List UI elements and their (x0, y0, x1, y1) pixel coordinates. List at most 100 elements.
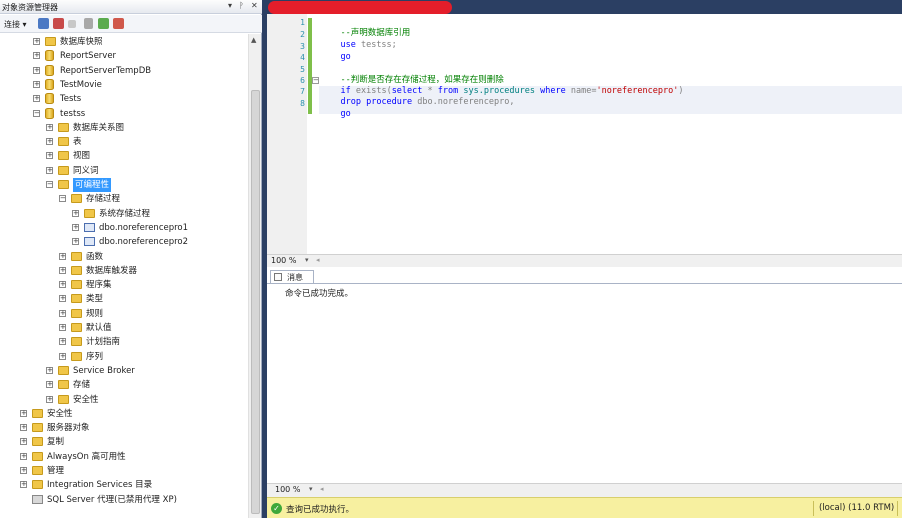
expand-icon[interactable]: + (20, 409, 27, 417)
query-editor[interactable]: 12345678 − --声明数据库引用 use testss; go --判断… (267, 14, 902, 254)
tree-node[interactable]: + TestMovie (0, 78, 248, 92)
tree-node[interactable]: + 系统存储过程 (0, 207, 248, 221)
tree-node-label: 数据库关系图 (73, 122, 125, 133)
disconnect-icon[interactable] (53, 18, 64, 29)
redacted-query-tab[interactable] (268, 1, 452, 14)
tree-node[interactable]: + 同义词 (0, 164, 248, 178)
scroll-left-icon[interactable]: ◂ (320, 485, 324, 493)
results-zoom-value[interactable]: 100 % (275, 485, 300, 494)
expand-icon[interactable]: + (59, 309, 66, 317)
messages-tab[interactable]: 消息 (270, 270, 314, 283)
expand-icon[interactable]: + (46, 152, 53, 160)
expand-icon[interactable]: + (33, 52, 40, 60)
expand-icon[interactable]: + (20, 481, 27, 489)
tree-node[interactable]: + 函数 (0, 250, 248, 264)
expand-icon[interactable]: + (46, 123, 53, 131)
scroll-up-icon[interactable]: ▲ (251, 36, 256, 44)
expand-icon[interactable]: + (20, 438, 27, 446)
tree-node[interactable]: − 存储过程 (0, 192, 248, 206)
expand-icon[interactable]: + (33, 38, 40, 45)
tree-node[interactable]: − 可编程性 (0, 178, 248, 192)
expand-icon[interactable]: + (59, 324, 66, 331)
connect-object-icon[interactable] (38, 18, 49, 29)
line-number: 5 (300, 65, 305, 74)
tree-node[interactable]: + 安全性 (0, 393, 248, 407)
collapse-icon[interactable]: − (46, 181, 53, 188)
tree-node[interactable]: + 序列 (0, 350, 248, 364)
scroll-left-icon[interactable]: ◂ (316, 256, 320, 264)
expand-icon[interactable]: + (20, 424, 27, 432)
folder-icon (58, 180, 69, 189)
panel-close-icon[interactable]: ✕ (251, 1, 258, 10)
stop-icon[interactable] (68, 20, 76, 28)
tree-node[interactable]: + dbo.noreferencepro2 (0, 235, 248, 249)
tree-node[interactable]: + 安全性 (0, 407, 248, 421)
expand-icon[interactable]: + (46, 138, 53, 146)
expand-icon[interactable]: + (59, 295, 66, 303)
collapse-icon[interactable]: − (33, 109, 40, 117)
expand-icon[interactable]: + (59, 252, 66, 260)
refresh-icon[interactable] (98, 18, 109, 29)
folder-icon (71, 337, 82, 347)
tree-node[interactable]: + 视图 (0, 149, 248, 163)
expand-icon[interactable]: + (59, 338, 66, 346)
tree-node[interactable]: + 数据库快照 (0, 35, 248, 49)
panel-options-icon[interactable]: ▾ (228, 1, 232, 10)
tree-node[interactable]: + 复制 (0, 435, 248, 449)
tree-node[interactable]: + ReportServer (0, 49, 248, 63)
tree-node[interactable]: + 程序集 (0, 278, 248, 292)
expand-icon[interactable]: + (33, 95, 40, 103)
expand-icon[interactable]: + (59, 266, 66, 274)
chevron-down-icon[interactable]: ▾ (309, 485, 313, 493)
tree-node[interactable]: + 表 (0, 135, 248, 149)
tree-node[interactable]: + Service Broker (0, 364, 248, 378)
expand-icon[interactable]: + (72, 238, 79, 246)
expand-icon[interactable]: + (46, 166, 53, 174)
tree-node[interactable]: − testss (0, 107, 248, 121)
expand-icon[interactable]: + (33, 66, 40, 74)
object-explorer-panel: 对象资源管理器 ▾ ᚹ ✕ 连接 ▾ + 数据库快照 + ReportServer + R… (0, 0, 262, 518)
scrollbar-thumb[interactable] (251, 90, 260, 514)
tree-node-label: dbo.noreferencepro2 (99, 237, 189, 248)
tree-node[interactable]: SQL Server 代理(已禁用代理 XP) (0, 493, 248, 507)
tree-node[interactable]: + Tests (0, 92, 248, 106)
filter-icon[interactable] (84, 18, 93, 29)
tree-node[interactable]: + 规则 (0, 307, 248, 321)
tree-node-label: Service Broker (73, 365, 135, 376)
line-number: 6 (300, 76, 305, 85)
tree-node[interactable]: + 存储 (0, 378, 248, 392)
tree-node[interactable]: + 服务器对象 (0, 421, 248, 435)
expand-icon[interactable]: + (20, 467, 27, 474)
collapse-icon[interactable]: − (59, 195, 66, 203)
collapse-region-icon[interactable]: − (312, 77, 319, 84)
tree-node[interactable]: + 数据库触发器 (0, 264, 248, 278)
expand-icon[interactable]: + (33, 80, 40, 88)
tree-node[interactable]: + Integration Services 目录 (0, 478, 248, 492)
expand-icon[interactable]: + (59, 352, 66, 360)
tree-node[interactable]: + 计划指南 (0, 335, 248, 349)
expand-icon[interactable]: + (59, 281, 66, 289)
expand-icon[interactable]: + (46, 395, 53, 403)
activity-monitor-icon[interactable] (113, 18, 124, 29)
expand-icon[interactable]: + (20, 452, 27, 460)
tree-node-label: 数据库快照 (60, 37, 103, 47)
tree-node[interactable]: + 管理 (0, 464, 248, 478)
tree-node[interactable]: + AlwaysOn 高可用性 (0, 450, 248, 464)
expand-icon[interactable]: + (46, 381, 53, 389)
pin-icon[interactable]: ᚹ (239, 1, 244, 10)
folder-icon (58, 365, 69, 375)
tree-node[interactable]: + 类型 (0, 292, 248, 306)
expand-icon[interactable]: + (72, 223, 79, 231)
folder-icon (32, 466, 43, 475)
expand-icon[interactable]: + (72, 209, 79, 217)
line-number: 1 (300, 18, 305, 27)
expand-icon[interactable]: + (46, 366, 53, 374)
chevron-down-icon[interactable]: ▾ (305, 256, 309, 264)
tree-node[interactable]: + ReportServerTempDB (0, 64, 248, 78)
tree-node[interactable]: + 默认值 (0, 321, 248, 335)
object-explorer-scrollbar[interactable]: ▲ (248, 34, 261, 518)
editor-zoom-value[interactable]: 100 % (271, 256, 296, 265)
tree-node[interactable]: + dbo.noreferencepro1 (0, 221, 248, 235)
connect-button[interactable]: 连接 ▾ (4, 19, 27, 30)
tree-node[interactable]: + 数据库关系图 (0, 121, 248, 135)
